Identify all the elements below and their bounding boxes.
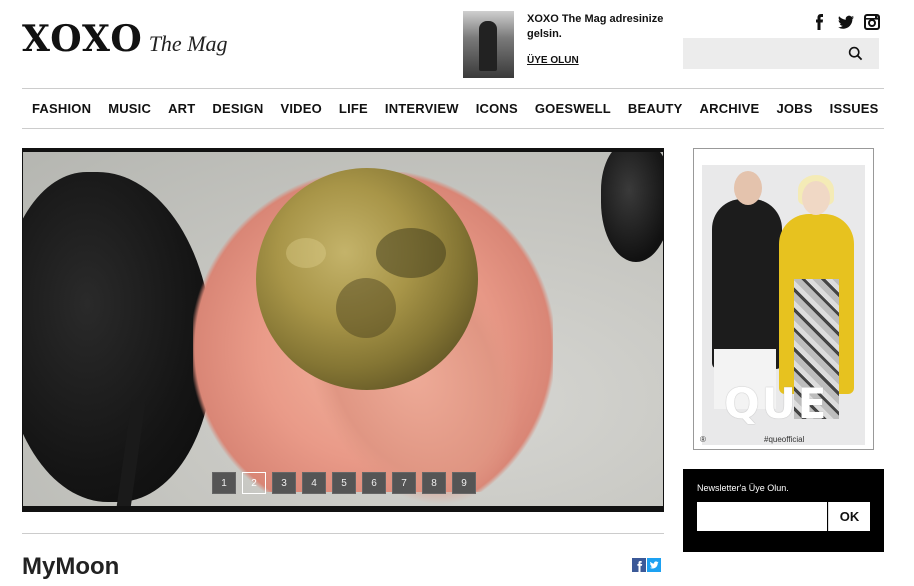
- logo-main-text: XOXO: [22, 18, 143, 60]
- main-nav: FASHION MUSIC ART DESIGN VIDEO LIFE INTE…: [22, 89, 914, 128]
- sidebar-advertisement[interactable]: QUE ® #queofficial: [693, 148, 874, 450]
- promo-magazine-thumbnail[interactable]: [463, 11, 514, 78]
- article-title: MyMoon: [22, 553, 120, 580]
- slide-image: 1 2 3 4 5 6 7 8 9: [23, 152, 663, 506]
- nav-item-issues[interactable]: ISSUES: [821, 101, 887, 116]
- twitter-share-icon[interactable]: [647, 558, 661, 572]
- nav-item-life[interactable]: LIFE: [330, 101, 376, 116]
- slider-page-7[interactable]: 7: [392, 472, 416, 494]
- site-logo[interactable]: XOXO The Mag: [22, 18, 228, 60]
- slider-page-5[interactable]: 5: [332, 472, 356, 494]
- ad-hashtag: #queofficial: [764, 435, 805, 444]
- nav-item-jobs[interactable]: JOBS: [768, 101, 821, 116]
- slider-page-9[interactable]: 9: [452, 472, 476, 494]
- newsletter-signup: Newsletter'a Üye Olun. OK: [683, 469, 884, 552]
- nav-bottom-divider: [22, 128, 884, 129]
- slider-page-3[interactable]: 3: [272, 472, 296, 494]
- logo-sub-text: The Mag: [148, 31, 228, 56]
- image-slider[interactable]: 1 2 3 4 5 6 7 8 9: [22, 148, 664, 512]
- nav-item-goeswell[interactable]: GOESWELL: [526, 101, 619, 116]
- moon-illustration: [256, 168, 478, 390]
- share-buttons: [632, 558, 661, 572]
- nav-item-design[interactable]: DESIGN: [204, 101, 272, 116]
- slider-page-6[interactable]: 6: [362, 472, 386, 494]
- slider-page-4[interactable]: 4: [302, 472, 326, 494]
- nav-item-interview[interactable]: INTERVIEW: [376, 101, 467, 116]
- ad-brand-logo: QUE: [724, 379, 829, 428]
- newsletter-ok-button[interactable]: OK: [828, 502, 870, 531]
- article-divider: [22, 533, 664, 534]
- search-icon[interactable]: [848, 46, 863, 61]
- nav-item-fashion[interactable]: FASHION: [22, 101, 100, 116]
- search-box: [683, 38, 879, 69]
- nav-item-icons[interactable]: ICONS: [467, 101, 526, 116]
- nav-item-video[interactable]: VIDEO: [272, 101, 330, 116]
- ad-registered-mark: ®: [700, 435, 706, 444]
- promo-text: XOXO The Mag adresinize gelsin.: [527, 13, 664, 40]
- subscribe-link[interactable]: ÜYE OLUN: [527, 55, 579, 66]
- social-links: [812, 14, 880, 30]
- nav-item-music[interactable]: MUSIC: [100, 101, 160, 116]
- newsletter-label: Newsletter'a Üye Olun.: [697, 483, 789, 493]
- search-input[interactable]: [683, 38, 843, 69]
- instagram-icon[interactable]: [864, 14, 880, 30]
- newsletter-email-input[interactable]: [697, 502, 827, 531]
- slider-page-8[interactable]: 8: [422, 472, 446, 494]
- nav-item-art[interactable]: ART: [160, 101, 204, 116]
- facebook-share-icon[interactable]: [632, 558, 646, 572]
- nav-item-archive[interactable]: ARCHIVE: [691, 101, 768, 116]
- nav-item-beauty[interactable]: BEAUTY: [619, 101, 691, 116]
- slider-page-2[interactable]: 2: [242, 472, 266, 494]
- slider-pagination: 1 2 3 4 5 6 7 8 9: [212, 472, 476, 494]
- slider-page-1[interactable]: 1: [212, 472, 236, 494]
- facebook-icon[interactable]: [812, 14, 828, 30]
- twitter-icon[interactable]: [838, 14, 854, 30]
